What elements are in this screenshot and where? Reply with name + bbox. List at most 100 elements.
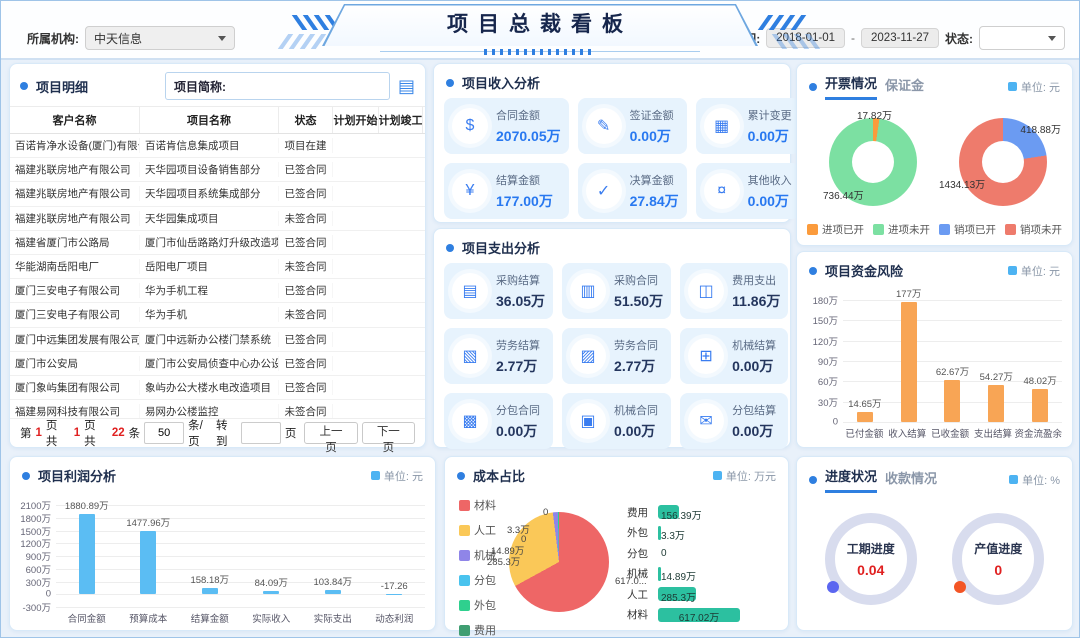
hbar-track: 285.3万 bbox=[658, 587, 780, 601]
category-label: 预算成本 bbox=[118, 607, 180, 623]
table-cell: 天华园项目设备销售部分 bbox=[140, 162, 279, 177]
table-cell: 未签合同 bbox=[279, 211, 333, 226]
axis-tick-label: 120万 bbox=[813, 334, 838, 348]
table-cell: 百诺肯信息集成项目 bbox=[140, 138, 279, 153]
bar bbox=[901, 302, 917, 422]
table-row[interactable]: 福建省厦门市公路局厦门市仙岳路路灯升级改造项目已签合同 bbox=[10, 231, 425, 255]
table-cell: 象屿办公大楼水电改造项目 bbox=[140, 380, 279, 395]
chevron-down-icon bbox=[218, 36, 226, 41]
change-blocks-icon: ▦ bbox=[704, 108, 740, 144]
table-cell: 厦门中远新办公楼门禁系统 bbox=[140, 332, 279, 347]
page-title: 项目总裁看板 bbox=[322, 4, 758, 46]
donut-value-label: 1434.13万 bbox=[939, 176, 985, 191]
stat-card: ¤其他收入0.00万 bbox=[696, 163, 800, 219]
table-row[interactable]: 厦门市公安局厦门市公安局侦查中心办公设...已签合同 bbox=[10, 352, 425, 376]
bar bbox=[325, 590, 341, 594]
hbar-value-label: 156.39万 bbox=[661, 507, 702, 522]
hbar-row: 外包3.3万 bbox=[627, 523, 780, 544]
stat-card-label: 劳务合同 bbox=[614, 337, 658, 353]
bullet-icon bbox=[809, 267, 817, 275]
legend-swatch-icon bbox=[459, 575, 470, 586]
purchase-settle-icon: ▤ bbox=[452, 273, 488, 309]
donut-value-label: 17.82万 bbox=[857, 107, 892, 122]
goto-page-input[interactable] bbox=[241, 422, 281, 444]
legend-swatch-icon bbox=[459, 600, 470, 611]
stat-card-label: 其他收入 bbox=[748, 172, 792, 188]
table-row[interactable]: 厦门三安电子有限公司华为手机工程已签合同 bbox=[10, 279, 425, 303]
stat-card-value: 177.00万 bbox=[496, 191, 553, 211]
table-row[interactable]: 百诺肯净水设备(厦门)有限公司百诺肯信息集成项目项目在建 bbox=[10, 134, 425, 158]
hbar-row: 分包0 bbox=[627, 543, 780, 564]
stat-card-value: 0.00万 bbox=[630, 126, 674, 146]
table-row[interactable]: 福建兆联房地产有限公司天华园项目系统集成部分已签合同 bbox=[10, 182, 425, 206]
subcontract-settle-icon: ✉ bbox=[688, 403, 724, 439]
tab-collection-status[interactable]: 收款情况 bbox=[885, 468, 937, 492]
table-row[interactable]: 厦门象屿集团有限公司象屿办公大楼水电改造项目已签合同 bbox=[10, 376, 425, 400]
table-cell: 厦门三安电子有限公司 bbox=[10, 307, 140, 322]
table-cell: 厦门市公安局 bbox=[10, 356, 140, 371]
prev-page-button[interactable]: 上一页 bbox=[304, 422, 357, 444]
panel-title-row: 成本占比 单位: 万元 bbox=[445, 457, 788, 489]
hbar-track: 156.39万 bbox=[658, 505, 780, 519]
unit-legend: 单位: 元 bbox=[371, 468, 423, 484]
plot-body: 14.65万177万62.67万54.27万48.02万 bbox=[843, 300, 1062, 422]
per-page-input[interactable] bbox=[144, 422, 184, 444]
axis-tick-label: 180万 bbox=[813, 293, 838, 307]
project-abbr-input[interactable] bbox=[230, 75, 389, 97]
pager-text: 转到 bbox=[216, 417, 237, 449]
unit-swatch-icon bbox=[1008, 82, 1017, 91]
donut-value-label: 418.88万 bbox=[1020, 121, 1061, 136]
bar bbox=[263, 591, 279, 595]
plot-area: 1880.89万1477.96万158.18万84.09万103.84万-17.… bbox=[56, 493, 425, 623]
stat-card-value: 0.00万 bbox=[748, 191, 792, 211]
tab-progress-status[interactable]: 进度状况 bbox=[825, 466, 877, 493]
next-page-button[interactable]: 下一页 bbox=[362, 422, 415, 444]
stat-card: ▧劳务结算2.77万 bbox=[444, 328, 553, 384]
bar bbox=[79, 514, 95, 594]
table-row[interactable]: 福建兆联房地产有限公司天华园集成项目未签合同 bbox=[10, 207, 425, 231]
labor-settle-icon: ▧ bbox=[452, 338, 488, 374]
hbar-row: 材料617.02万 bbox=[627, 605, 780, 626]
axis-tick-label: 30万 bbox=[818, 395, 838, 409]
chevron-down-icon bbox=[1048, 36, 1056, 41]
table-row[interactable]: 华能湖南岳阳电厂岳阳电厂项目未签合同 bbox=[10, 255, 425, 279]
tab-deposit[interactable]: 保证金 bbox=[885, 75, 924, 99]
expense-cards: ▤采购结算36.05万▥采购合同51.50万◫费用支出11.86万▧劳务结算2.… bbox=[434, 261, 790, 449]
table-cell: 华为手机 bbox=[140, 307, 279, 322]
list-icon[interactable]: ▤ bbox=[398, 77, 415, 95]
table-row[interactable]: 厦门中远集团发展有限公司厦门中远新办公楼门禁系统已签合同 bbox=[10, 328, 425, 352]
org-select[interactable]: 中天信息 bbox=[85, 26, 235, 50]
date-to-input[interactable]: 2023-11-27 bbox=[861, 28, 939, 48]
bar-value-label: 14.65万 bbox=[848, 396, 881, 410]
hbar-value-label: 0 bbox=[661, 548, 667, 559]
panel-title-row: 项目支出分析 bbox=[434, 229, 790, 261]
table-row[interactable]: 厦门三安电子有限公司华为手机未签合同 bbox=[10, 303, 425, 327]
stat-card-text: 机械结算0.00万 bbox=[732, 337, 776, 376]
stat-card-value: 0.00万 bbox=[614, 421, 658, 441]
table-cell: 未签合同 bbox=[279, 404, 333, 419]
panel-title-row: 项目利润分析 单位: 元 bbox=[10, 457, 435, 489]
table-row[interactable]: 福建兆联房地产有限公司天华园项目设备销售部分已签合同 bbox=[10, 158, 425, 182]
tab-invoice-status[interactable]: 开票情况 bbox=[825, 73, 877, 100]
stat-card-label: 分包结算 bbox=[732, 402, 776, 418]
panel-title: 成本占比 bbox=[473, 466, 525, 485]
schedule-progress-gauge: 工期进度 0.04 bbox=[825, 513, 917, 605]
legend-item: 销项未开 bbox=[1005, 222, 1062, 237]
hbar-label: 费用 bbox=[627, 505, 653, 520]
legend-item: 销项已开 bbox=[939, 222, 996, 237]
profit-analysis-panel: 项目利润分析 单位: 元 2100万1800万1500万1200万900万600… bbox=[9, 456, 436, 631]
fee-expense-icon: ◫ bbox=[688, 273, 724, 309]
axis-tick-label: -300万 bbox=[22, 600, 51, 614]
org-filter: 所属机构: 中天信息 bbox=[27, 26, 235, 50]
table-cell: 未签合同 bbox=[279, 259, 333, 274]
axis-tick-label: 300万 bbox=[26, 575, 51, 589]
gauge-value: 0 bbox=[994, 562, 1002, 578]
gauge-dot-icon bbox=[827, 581, 839, 593]
project-detail-panel: 项目明细 项目简称: ▤ 客户名称项目名称状态计划开始计划竣工 百诺肯净水设备(… bbox=[9, 63, 426, 448]
stat-card-value: 11.86万 bbox=[732, 291, 780, 311]
stat-card: ▥采购合同51.50万 bbox=[562, 263, 671, 319]
legend-swatch-icon bbox=[807, 224, 818, 235]
status-select[interactable] bbox=[979, 26, 1065, 50]
pager-text: 页 共 bbox=[46, 417, 70, 449]
table-cell: 厦门象屿集团有限公司 bbox=[10, 380, 140, 395]
